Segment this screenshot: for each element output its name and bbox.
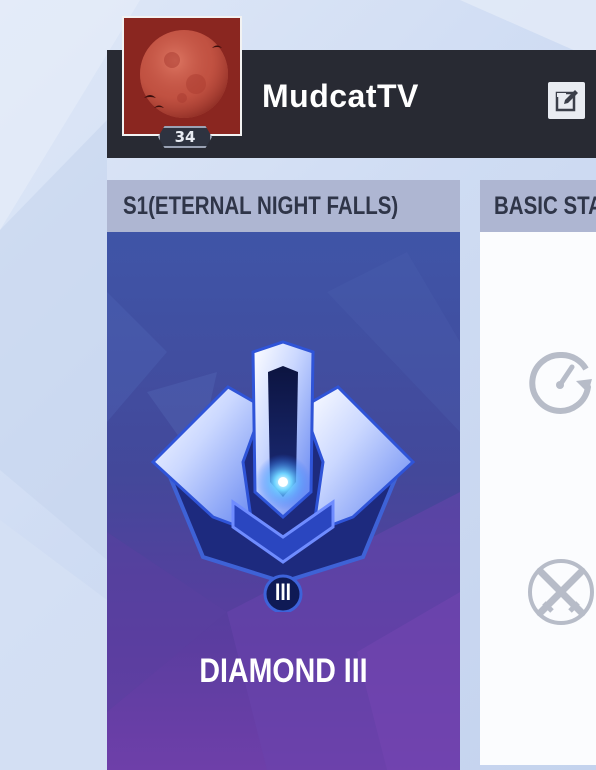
stats-title: BASIC STA: [494, 191, 596, 220]
edit-profile-button[interactable]: [548, 82, 585, 119]
basic-stats-panel: [480, 232, 596, 765]
season-panel-header: S1(ETERNAL NIGHT FALLS): [107, 180, 460, 232]
season-title: S1(ETERNAL NIGHT FALLS): [123, 191, 399, 220]
username: MudcatTV: [262, 78, 419, 114]
stats-panel-header: BASIC STA: [480, 180, 596, 232]
rank-name: DIAMOND III: [199, 652, 368, 690]
speedometer-icon: [529, 351, 592, 414]
edit-icon: [555, 89, 578, 111]
avatar[interactable]: [122, 16, 242, 136]
diamond-rank-emblem-icon: [150, 340, 416, 612]
blood-moon-icon: [124, 18, 240, 134]
level-badge: 34: [158, 126, 212, 148]
season-rank-panel: III DIAMOND III: [107, 232, 460, 770]
crossed-swords-icon: [528, 559, 594, 625]
rank-tier-badge: III: [274, 579, 291, 606]
